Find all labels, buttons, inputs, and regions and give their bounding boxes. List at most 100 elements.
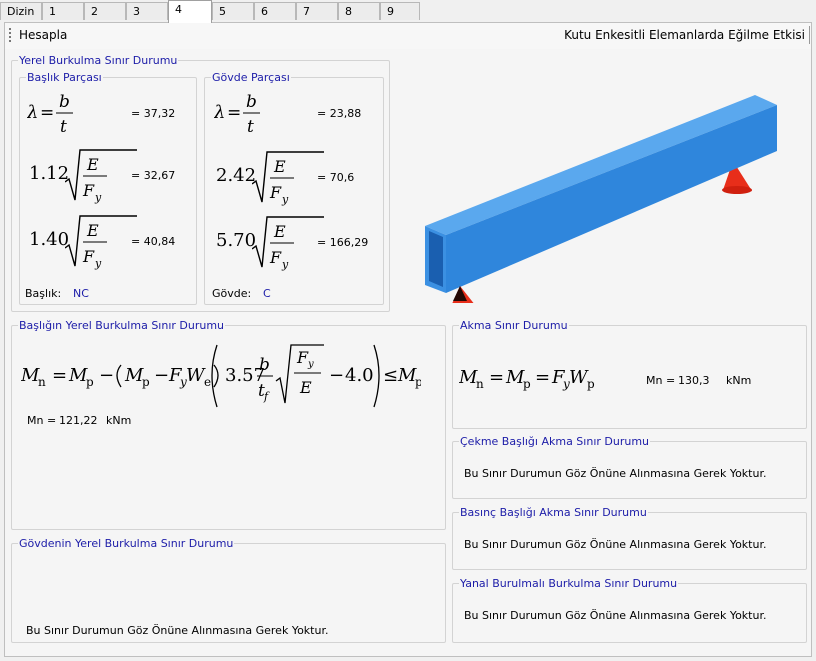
svg-text:E: E — [273, 157, 286, 176]
cekme-basligi-title: Çekme Başlığı Akma Sınır Durumu — [460, 435, 650, 448]
svg-text:M: M — [124, 365, 144, 386]
govde-c1-value: 70,6 — [329, 171, 355, 184]
svg-text:y: y — [307, 359, 314, 370]
tab-label: 7 — [303, 5, 310, 18]
svg-text:−: − — [99, 365, 114, 386]
tab-8[interactable]: 8 — [338, 2, 380, 20]
svg-text:F: F — [82, 181, 95, 200]
govde-lambda-result: = 23,88 — [317, 107, 362, 120]
beam-hollow — [429, 231, 443, 287]
akma-title: Akma Sınır Durumu — [460, 319, 568, 332]
svg-text:t: t — [247, 117, 254, 136]
svg-text:t: t — [60, 117, 67, 136]
svg-text:p: p — [142, 375, 150, 389]
tab-9[interactable]: 9 — [380, 2, 420, 20]
baslik-parcasi-title: Başlık Parçası — [27, 71, 102, 84]
sqrt-e-fy-svg: E F y — [65, 215, 137, 270]
akma-mn-label: Mn = — [646, 374, 676, 387]
svg-text:−: − — [329, 365, 344, 386]
basinc-basligi-title: Basınç Başlığı Akma Sınır Durumu — [460, 506, 647, 519]
box-beam-3d-illustration — [425, 95, 777, 303]
baslik-lambda-result: = 37,32 — [131, 107, 176, 120]
svg-text:F: F — [269, 183, 282, 202]
tab-5[interactable]: 5 — [212, 2, 254, 20]
tab-label: 1 — [49, 5, 56, 18]
hesapla-button[interactable]: Hesapla — [19, 28, 67, 42]
tab-label: 4 — [175, 3, 182, 16]
tab-7[interactable]: 7 — [296, 2, 338, 20]
tab-label: 2 — [91, 5, 98, 18]
tab-6[interactable]: 6 — [254, 2, 296, 20]
basligin-mn-value: 121,22 — [59, 414, 98, 427]
govde-class-value: C — [263, 287, 271, 300]
tab-label: 6 — [261, 5, 268, 18]
svg-text:F: F — [269, 248, 282, 267]
tab-label: 5 — [219, 5, 226, 18]
svg-text:=: = — [40, 103, 54, 123]
baslik-limit2-result: = 40,84 — [131, 235, 176, 248]
basligin-mn-unit: kNm — [106, 414, 132, 427]
svg-text:λ: λ — [214, 102, 225, 123]
svg-text:−: − — [154, 365, 169, 386]
page-title: Kutu Enkesitli Elemanlarda Eğilme Etkisi — [564, 28, 805, 42]
tab-2[interactable]: 2 — [84, 2, 126, 20]
svg-text:n: n — [38, 375, 46, 389]
yanal-burulmali-title: Yanal Burulmalı Burkulma Sınır Durumu — [460, 577, 678, 590]
svg-text:M: M — [397, 365, 417, 386]
baslik-c1-value: 32,67 — [143, 169, 176, 182]
sqrt-e-fy-svg: E F y — [252, 151, 324, 206]
baslik-class-value: NC — [73, 287, 89, 300]
tab-3[interactable]: 3 — [126, 2, 168, 20]
svg-text:b: b — [246, 92, 257, 112]
akma-mn-unit: kNm — [726, 374, 752, 387]
baslik-lambda-formula: λ = b t — [26, 90, 87, 139]
svg-text:f: f — [263, 390, 270, 403]
svg-text:b: b — [59, 92, 70, 112]
sqrt-e-fy-svg: E F y — [252, 216, 324, 271]
svg-text:M: M — [505, 367, 525, 388]
tab-label: 9 — [387, 5, 394, 18]
svg-text:n: n — [476, 377, 484, 391]
toolbar: Hesapla Kutu Enkesitli Elemanlarda Eğilm… — [5, 23, 811, 49]
govde-lambda-value: 23,88 — [329, 107, 362, 120]
svg-text:=: = — [227, 103, 241, 123]
svg-text:E: E — [299, 378, 312, 397]
lambda-formula-svg: λ = b t — [213, 92, 260, 137]
baslik-c1: 1.12 — [29, 163, 70, 184]
svg-text:=: = — [52, 365, 67, 386]
basligin-mn-formula: Mn = Mp − Mp − Fy We 3.57 b tf Fy E − 4.… — [20, 341, 423, 414]
tab-bar: Dizin 1 2 3 4 5 6 7 8 9 — [0, 0, 816, 23]
baslik-c2: 1.40 — [29, 229, 70, 250]
akma-mn-value: 130,3 — [678, 374, 710, 387]
akma-mn-formula: Mn = Mp = Fy Wp — [458, 363, 599, 396]
svg-text:p: p — [86, 375, 94, 389]
akma-formula-svg: Mn = Mp = Fy Wp — [458, 367, 595, 391]
svg-text:=: = — [535, 367, 550, 388]
tab-content-panel: Hesapla Kutu Enkesitli Elemanlarda Eğilm… — [4, 22, 812, 657]
lambda-formula-svg: λ = b t — [26, 92, 73, 137]
tab-dizin[interactable]: Dizin — [0, 2, 42, 20]
svg-text:p: p — [523, 377, 531, 391]
govde-c2: 5.70 — [216, 230, 257, 251]
svg-text:W: W — [186, 365, 206, 386]
tab-label: 8 — [345, 5, 352, 18]
tab-4[interactable]: 4 — [168, 0, 212, 23]
svg-text:b: b — [259, 355, 270, 375]
govde-class-label: Gövde: — [212, 287, 252, 300]
tab-label: Dizin — [7, 5, 35, 18]
toolbar-grip-icon[interactable] — [9, 28, 11, 42]
govde-lambda-formula: λ = b t — [213, 90, 274, 139]
svg-text:M: M — [68, 365, 88, 386]
toolbar-separator — [809, 26, 810, 44]
svg-text:e: e — [204, 375, 211, 389]
govde-c2-value: 166,29 — [329, 236, 369, 249]
tab-1[interactable]: 1 — [42, 2, 84, 20]
govde-parcasi-title: Gövde Parçası — [212, 71, 290, 84]
baslik-limit1-result: = 32,67 — [131, 169, 176, 182]
svg-text:E: E — [86, 221, 99, 240]
govde-limit2-result: = 166,29 — [317, 236, 369, 249]
svg-text:y: y — [281, 258, 289, 271]
tab-label: 3 — [133, 5, 140, 18]
svg-text:E: E — [86, 155, 99, 174]
svg-text:λ: λ — [27, 102, 38, 123]
